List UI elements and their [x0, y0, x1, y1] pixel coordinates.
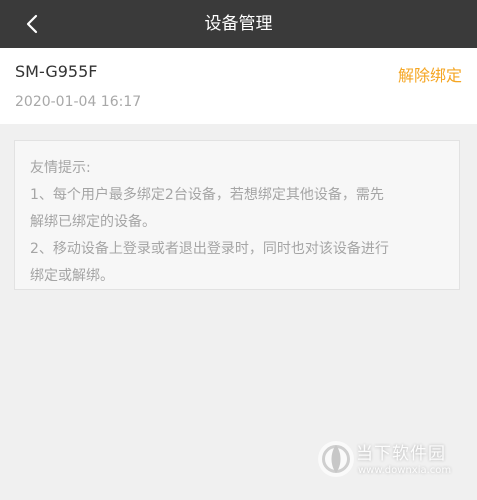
watermark-url: www.downxia.com: [358, 465, 452, 476]
watermark: 当下软件园 www.downxia.com: [316, 437, 466, 487]
page-title: 设备管理: [204, 14, 273, 34]
tip-line: 2、移动设备上登录或者退出登录时，同时也对该设备进行: [30, 241, 389, 257]
device-card: SM-G955F 2020-01-04 16:17 解除绑定: [0, 48, 477, 124]
tip-line: 1、每个用户最多绑定2台设备，若想绑定其他设备，需先: [30, 187, 384, 203]
device-bind-time: 2020-01-04 16:17: [15, 94, 142, 110]
unbind-button[interactable]: 解除绑定: [398, 62, 462, 86]
top-bar: 设备管理: [0, 0, 477, 48]
device-name: SM-G955F: [15, 62, 98, 81]
tip-line: 解绑已绑定的设备。: [30, 214, 156, 230]
watermark-logo-icon: [318, 441, 354, 477]
watermark-brand: 当下软件园: [356, 444, 446, 464]
tip-heading: 友情提示:: [30, 160, 91, 176]
tip-box: 友情提示: 1、每个用户最多绑定2台设备，若想绑定其他设备，需先 解绑已绑定的设…: [14, 140, 460, 290]
tip-line: 绑定或解绑。: [30, 268, 114, 284]
